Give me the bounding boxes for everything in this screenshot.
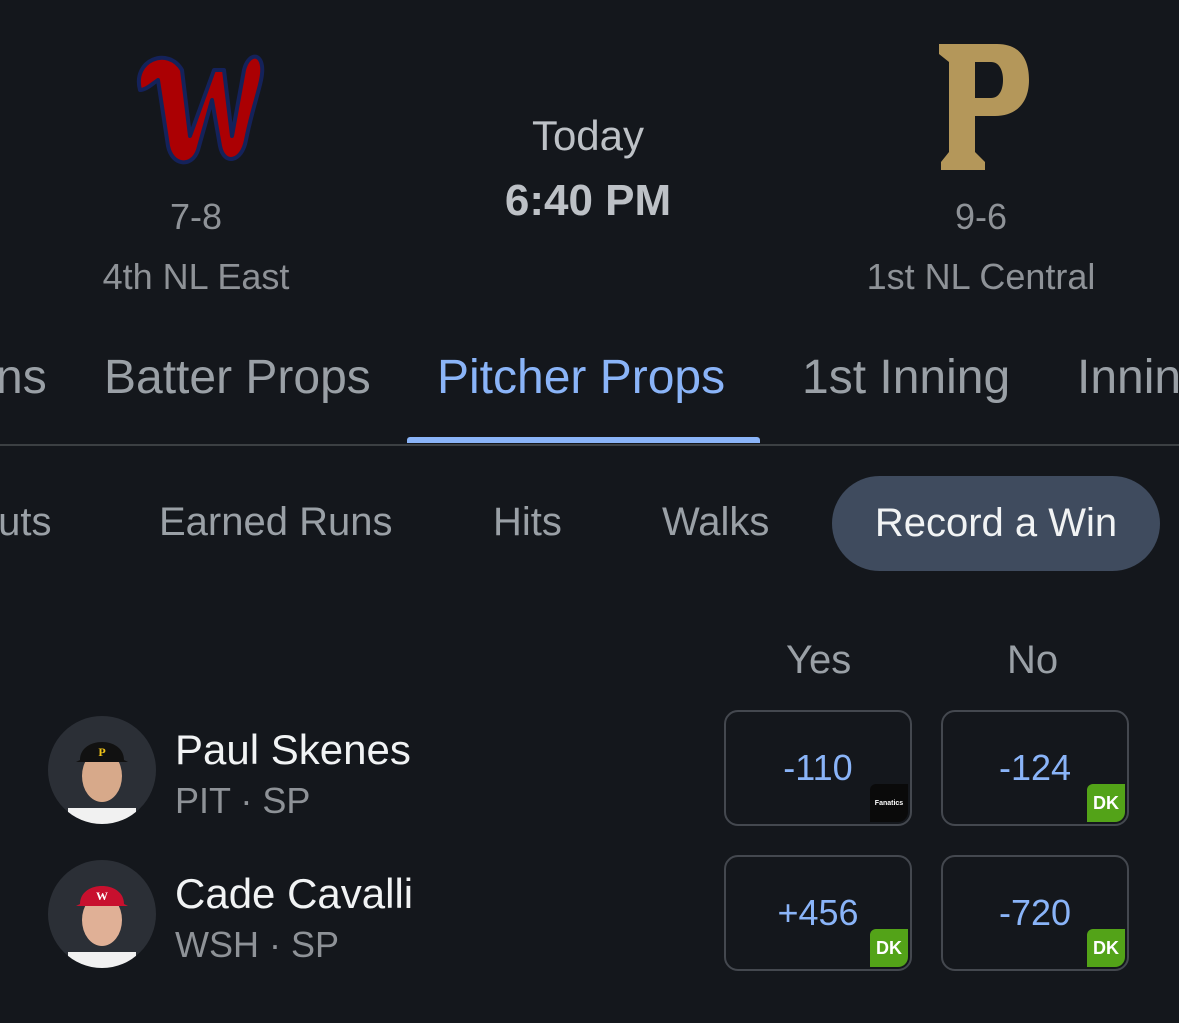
- tab-1st-inning[interactable]: 1st Inning: [802, 350, 1010, 405]
- odds-button-no[interactable]: -720 DK: [941, 855, 1129, 971]
- draftkings-book-icon: DK: [1087, 784, 1125, 822]
- chip-outs[interactable]: Outs: [0, 500, 51, 545]
- draftkings-book-icon: DK: [870, 929, 908, 967]
- svg-text:W: W: [96, 889, 108, 903]
- chip-record-a-win[interactable]: Record a Win: [832, 476, 1160, 571]
- game-time: 6:40 PM: [504, 176, 672, 225]
- fanatics-book-icon: Fanatics: [870, 784, 908, 822]
- chip-earned-runs[interactable]: Earned Runs: [159, 500, 392, 545]
- svg-text:P: P: [98, 745, 105, 759]
- column-header-yes: Yes: [786, 638, 852, 682]
- pirates-player-avatar-icon: P: [48, 716, 156, 824]
- tab-partial-left[interactable]: ns: [0, 350, 47, 405]
- active-tab-indicator: [407, 437, 760, 443]
- market-tabs: ns Batter Props Pitcher Props 1st Inning…: [0, 340, 1179, 446]
- player-meta: WSH · SP: [175, 924, 340, 965]
- odds-value: -110: [783, 747, 853, 788]
- sportsbook-badge-text: Fanatics: [874, 799, 904, 807]
- pirates-p-logo-icon: [939, 44, 1029, 170]
- home-standing: 1st NL Central: [866, 256, 1096, 297]
- odds-button-yes[interactable]: -110 Fanatics: [724, 710, 912, 826]
- away-record: 7-8: [169, 196, 223, 237]
- tab-innings[interactable]: Innin: [1077, 350, 1179, 405]
- player-name: Cade Cavalli: [175, 870, 414, 917]
- nationals-player-avatar-icon: W: [48, 860, 156, 968]
- column-header-no: No: [1007, 638, 1059, 682]
- nationals-w-logo-icon: [136, 54, 265, 165]
- player-name: Paul Skenes: [175, 726, 411, 773]
- home-record: 9-6: [954, 196, 1008, 237]
- chip-walks[interactable]: Walks: [662, 500, 769, 545]
- chip-hits[interactable]: Hits: [493, 500, 562, 545]
- draftkings-book-icon: DK: [1087, 929, 1125, 967]
- player-meta: PIT · SP: [175, 780, 311, 821]
- odds-value: +456: [777, 892, 859, 933]
- tab-batter-props[interactable]: Batter Props: [104, 350, 371, 405]
- odds-value: -720: [998, 892, 1072, 933]
- tab-pitcher-props[interactable]: Pitcher Props: [437, 350, 725, 405]
- game-day: Today: [531, 112, 645, 159]
- odds-button-no[interactable]: -124 DK: [941, 710, 1129, 826]
- away-standing: 4th NL East: [102, 256, 290, 297]
- odds-value: -124: [998, 747, 1072, 788]
- odds-button-yes[interactable]: +456 DK: [724, 855, 912, 971]
